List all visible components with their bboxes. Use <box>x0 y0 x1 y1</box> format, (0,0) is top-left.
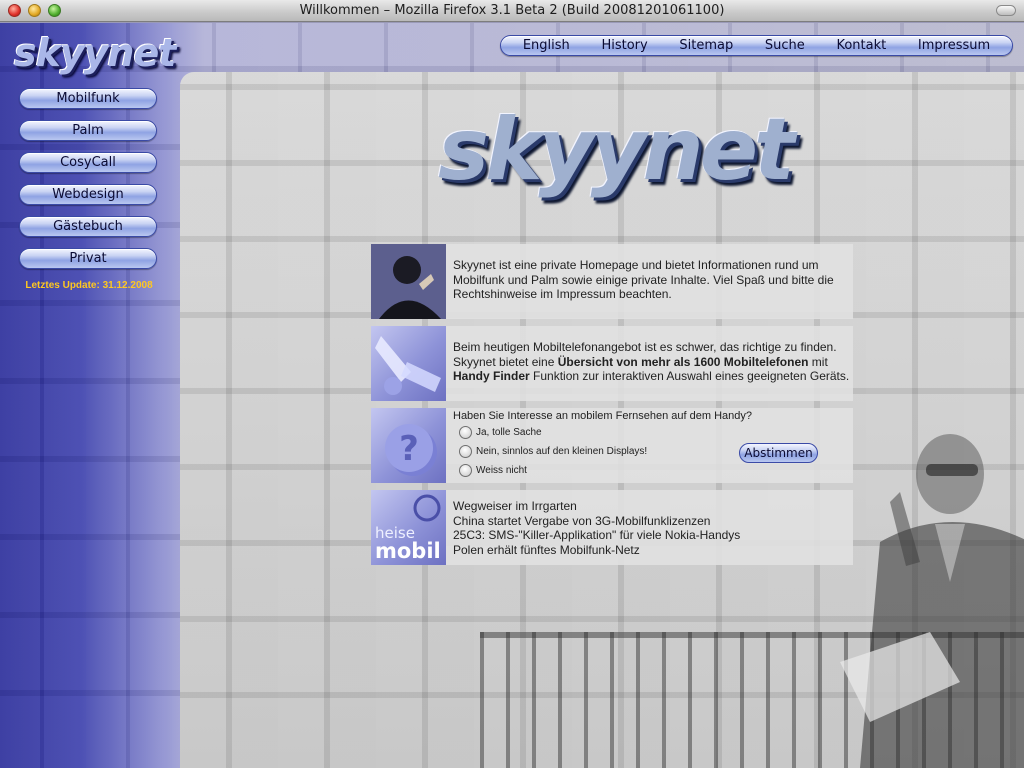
minimize-window-icon[interactable] <box>28 4 41 17</box>
portrait-thumbnail <box>371 244 446 319</box>
phone-thumbnail[interactable] <box>371 326 446 401</box>
intro-box: Skyynet ist eine private Homepage und bi… <box>371 244 853 319</box>
sidebar-item-webdesign[interactable]: Webdesign <box>19 184 157 205</box>
nav-suche[interactable]: Suche <box>765 38 805 53</box>
content-panel: skyynet Skyynet ist eine private Homepag… <box>180 72 1024 768</box>
news-list: Wegweiser im Irrgarten China startet Ver… <box>446 490 740 565</box>
news-box: heise mobil Wegweiser im Irrgarten China… <box>371 490 853 565</box>
handy-finder-text: Beim heutigen Mobiltelefonangebot ist es… <box>453 340 850 383</box>
poll-option-unknown[interactable]: Weiss nicht <box>453 464 846 477</box>
top-navigation: English History Sitemap Suche Kontakt Im… <box>500 35 1013 56</box>
sidebar-item-gaestebuch[interactable]: Gästebuch <box>19 216 157 237</box>
news-item[interactable]: Wegweiser im Irrgarten <box>453 499 740 514</box>
radio-button[interactable] <box>459 464 472 477</box>
handy-finder-box: Beim heutigen Mobiltelefonangebot ist es… <box>371 326 853 401</box>
phone-overview-link[interactable]: Übersicht von mehr als 1600 Mobiltelefon… <box>558 355 809 369</box>
toolbar-toggle-button[interactable] <box>996 5 1016 16</box>
nav-sitemap[interactable]: Sitemap <box>679 38 733 53</box>
nav-history[interactable]: History <box>601 38 647 53</box>
sidebar-item-palm[interactable]: Palm <box>19 120 157 141</box>
intro-text: Skyynet ist eine private Homepage und bi… <box>453 258 834 301</box>
radio-button[interactable] <box>459 445 472 458</box>
nav-kontakt[interactable]: Kontakt <box>836 38 886 53</box>
vote-button[interactable]: Abstimmen <box>739 443 818 463</box>
poll-option-yes[interactable]: Ja, tolle Sache <box>453 426 846 439</box>
news-item[interactable]: 25C3: SMS-"Killer-Applikation" für viele… <box>453 528 740 543</box>
poll-form: Haben Sie Interesse an mobilem Fernsehen… <box>446 408 846 483</box>
nav-impressum[interactable]: Impressum <box>918 38 990 53</box>
heise-mobil-logo[interactable]: heise mobil <box>371 490 446 565</box>
skyynet-hero-logo: skyynet <box>438 100 795 200</box>
sidebar-navigation: Mobilfunk Palm CosyCall Webdesign Gästeb… <box>19 88 159 291</box>
svg-text:mobil: mobil <box>375 539 441 563</box>
nav-english[interactable]: English <box>523 38 570 53</box>
close-window-icon[interactable] <box>8 4 21 17</box>
businessman-photo <box>840 434 1024 768</box>
news-item[interactable]: Polen erhält fünftes Mobilfunk-Netz <box>453 543 740 558</box>
window-title: Willkommen – Mozilla Firefox 3.1 Beta 2 … <box>299 3 725 18</box>
news-item[interactable]: China startet Vergabe von 3G-Mobilfunkli… <box>453 514 740 529</box>
svg-text:?: ? <box>399 429 419 469</box>
site-logo[interactable]: skyynet <box>14 31 176 75</box>
last-update-label: Letztes Update: 31.12.2008 <box>25 280 153 291</box>
poll-question: Haben Sie Interesse an mobilem Fernsehen… <box>453 410 753 422</box>
question-thumbnail: ? <box>371 408 446 483</box>
zoom-window-icon[interactable] <box>48 4 61 17</box>
handy-finder-link[interactable]: Handy Finder <box>453 369 530 383</box>
sidebar-item-mobilfunk[interactable]: Mobilfunk <box>19 88 157 109</box>
page-content: skyynet English History Sitemap Suche Ko… <box>0 23 1024 768</box>
window-titlebar: Willkommen – Mozilla Firefox 3.1 Beta 2 … <box>0 0 1024 22</box>
poll-box: ? Haben Sie Interesse an mobilem Fernseh… <box>371 408 853 483</box>
radio-button[interactable] <box>459 426 472 439</box>
sidebar-item-privat[interactable]: Privat <box>19 248 157 269</box>
sidebar-item-cosycall[interactable]: CosyCall <box>19 152 157 173</box>
